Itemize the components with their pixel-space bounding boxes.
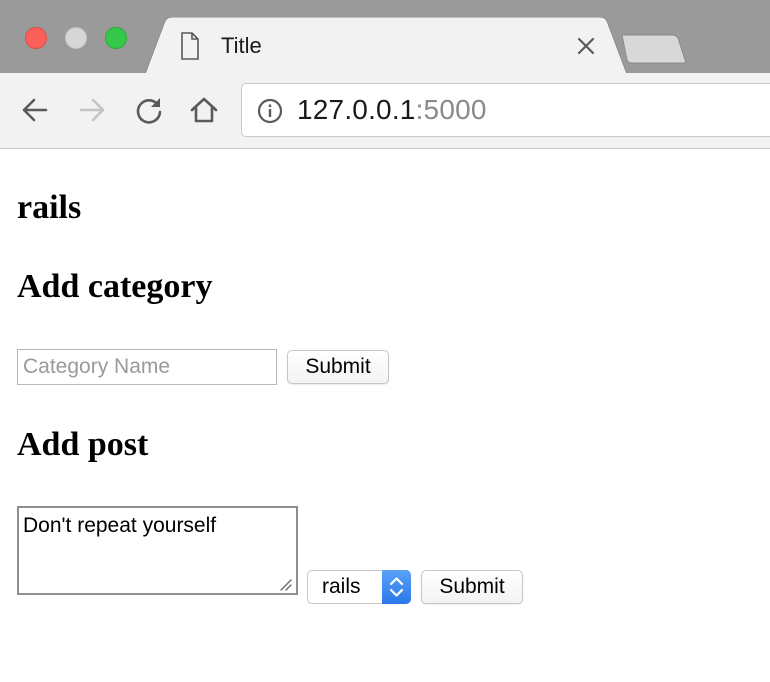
window-minimize-button[interactable] [65, 27, 87, 49]
post-category-select[interactable]: rails [307, 570, 411, 604]
browser-tab-active[interactable]: Title [145, 17, 633, 74]
reload-icon[interactable] [134, 95, 164, 125]
browser-toolbar: 127.0.0.1:5000 [0, 73, 770, 149]
page-content: rails Add category Submit Add post Don't… [0, 149, 770, 682]
browser-titlebar: Title [0, 0, 770, 74]
post-textarea[interactable]: Don't repeat yourself [17, 506, 298, 595]
url-host: 127.0.0.1 [297, 94, 416, 125]
select-arrow[interactable] [382, 570, 411, 604]
forward-arrow-icon[interactable] [77, 95, 107, 125]
add-category-submit-button[interactable]: Submit [287, 350, 389, 384]
resize-grip-icon[interactable] [278, 577, 292, 591]
window-maximize-button[interactable] [105, 27, 127, 49]
back-arrow-icon[interactable] [20, 95, 50, 125]
url-port: :5000 [415, 94, 487, 125]
tab-title: Title [221, 33, 262, 58]
select-chevrons-icon [389, 577, 404, 597]
document-icon [181, 32, 199, 60]
address-bar[interactable]: 127.0.0.1:5000 [241, 83, 770, 137]
add-post-submit-button[interactable]: Submit [421, 570, 523, 604]
info-icon[interactable] [257, 98, 283, 124]
select-value: rails [322, 575, 361, 598]
add-category-heading: Add category [17, 268, 213, 305]
add-post-heading: Add post [17, 426, 149, 463]
url-text: 127.0.0.1:5000 [297, 94, 487, 126]
new-tab-button[interactable] [620, 33, 690, 65]
tab-close-icon[interactable] [575, 35, 597, 57]
window-close-button[interactable] [25, 27, 47, 49]
category-heading: rails [17, 189, 82, 226]
home-icon[interactable] [189, 95, 219, 125]
category-name-input[interactable] [17, 349, 277, 385]
tab-shape [145, 17, 628, 74]
